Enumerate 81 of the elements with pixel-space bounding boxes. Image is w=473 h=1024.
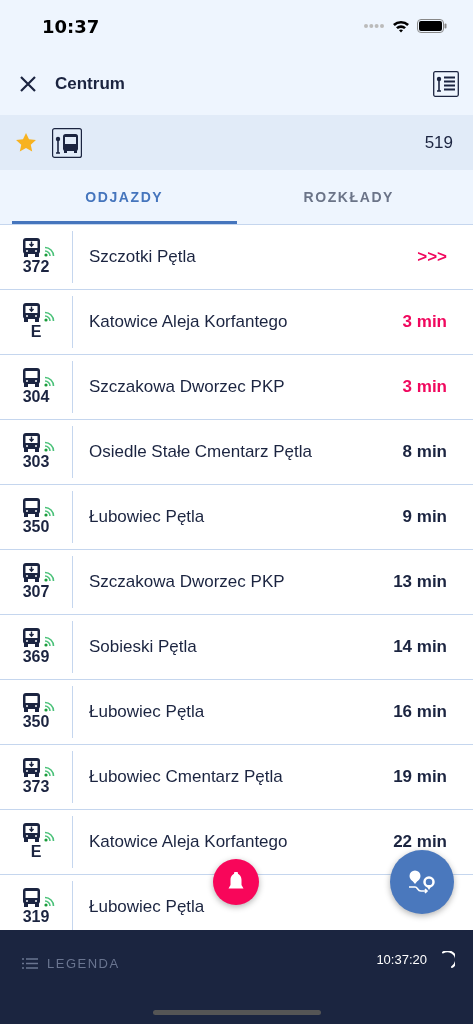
line-number: 319 (22, 908, 50, 926)
loading-spinner-icon (441, 950, 455, 969)
departure-row[interactable]: 372 Szczotki Pętla >>> (0, 225, 473, 290)
bus-icon (23, 758, 40, 777)
bus-icon (23, 238, 40, 257)
departure-row[interactable]: 369 Sobieski Pętla 14 min (0, 615, 473, 680)
destination: Sobieski Pętla (88, 637, 198, 657)
destination: Osiedle Stałe Cmentarz Pętla (88, 442, 313, 462)
live-signal-icon (44, 506, 55, 517)
departure-time: 16 min (393, 702, 447, 722)
destination: Szczakowa Dworzec PKP (88, 377, 286, 397)
close-icon[interactable] (19, 74, 37, 93)
alert-button[interactable] (213, 859, 259, 905)
signal-icon (363, 23, 385, 29)
line-number: E (30, 323, 42, 341)
destination: Łubowiec Pętla (88, 507, 206, 527)
bus-icon (23, 498, 40, 517)
live-signal-icon (44, 441, 55, 452)
live-signal-icon (44, 831, 55, 842)
star-icon[interactable] (15, 132, 37, 153)
bus-icon (23, 693, 40, 712)
live-signal-icon (44, 766, 55, 777)
bus-icon (23, 303, 40, 322)
bus-icon (23, 563, 40, 582)
line-number: 304 (22, 388, 50, 406)
destination: Katowice Aleja Korfantego (88, 832, 289, 852)
departure-row[interactable]: 350 Łubowiec Pętla 16 min (0, 680, 473, 745)
line-number: 307 (22, 583, 50, 601)
destination: Szczakowa Dworzec PKP (88, 572, 286, 592)
line-number: 303 (22, 453, 50, 471)
departure-time: >>> (417, 247, 447, 267)
departure-time: 14 min (393, 637, 447, 657)
line-number: 369 (22, 648, 50, 666)
line-number: 350 (22, 518, 50, 536)
departure-row[interactable]: 304 Szczakowa Dworzec PKP 3 min (0, 355, 473, 420)
destination: Szczotki Pętla (88, 247, 197, 267)
live-signal-icon (44, 246, 55, 257)
departure-time: 22 min (393, 832, 447, 852)
status-time: 10:37 (42, 15, 100, 37)
live-signal-icon (44, 376, 55, 387)
bus-icon (23, 368, 40, 387)
bell-icon (226, 872, 246, 892)
departure-row[interactable]: 307 Szczakowa Dworzec PKP 13 min (0, 550, 473, 615)
departure-row[interactable]: E Katowice Aleja Korfantego 3 min (0, 290, 473, 355)
bus-stop-icon (52, 127, 82, 158)
update-time: 10:37:20 (376, 952, 427, 967)
live-signal-icon (44, 311, 55, 322)
bus-icon (23, 433, 40, 452)
line-number: E (30, 843, 42, 861)
live-signal-icon (44, 701, 55, 712)
line-number: 372 (22, 258, 50, 276)
departure-row[interactable]: 373 Łubowiec Cmentarz Pętla 19 min (0, 745, 473, 810)
departure-row[interactable]: 350 Łubowiec Pętla 9 min (0, 485, 473, 550)
wifi-icon (392, 19, 410, 33)
destination: Łubowiec Pętla (88, 702, 206, 722)
line-number: 373 (22, 778, 50, 796)
timetable-icon[interactable] (433, 70, 459, 97)
destination: Łubowiec Pętla (88, 897, 206, 917)
bus-icon (23, 888, 40, 907)
route-button[interactable] (390, 850, 454, 914)
battery-icon (417, 19, 447, 33)
departure-time: 19 min (393, 767, 447, 787)
departure-time: 3 min (402, 377, 447, 397)
tab[interactable]: ROZKŁADY (236, 170, 461, 224)
bus-icon (23, 628, 40, 647)
route-icon (407, 869, 437, 895)
departure-time: 9 min (402, 507, 447, 527)
live-signal-icon (44, 896, 55, 907)
departure-time: 8 min (402, 442, 447, 462)
list-icon (22, 958, 38, 969)
stop-title: Centrum (55, 73, 126, 94)
live-signal-icon (44, 571, 55, 582)
stop-number: 519 (424, 132, 453, 153)
destination: Katowice Aleja Korfantego (88, 312, 289, 332)
live-signal-icon (44, 636, 55, 647)
line-number: 350 (22, 713, 50, 731)
bus-icon (23, 823, 40, 842)
departure-row[interactable]: 303 Osiedle Stałe Cmentarz Pętla 8 min (0, 420, 473, 485)
departure-time: 3 min (402, 312, 447, 332)
departure-time: 13 min (393, 572, 447, 592)
destination: Łubowiec Cmentarz Pętla (88, 767, 284, 787)
